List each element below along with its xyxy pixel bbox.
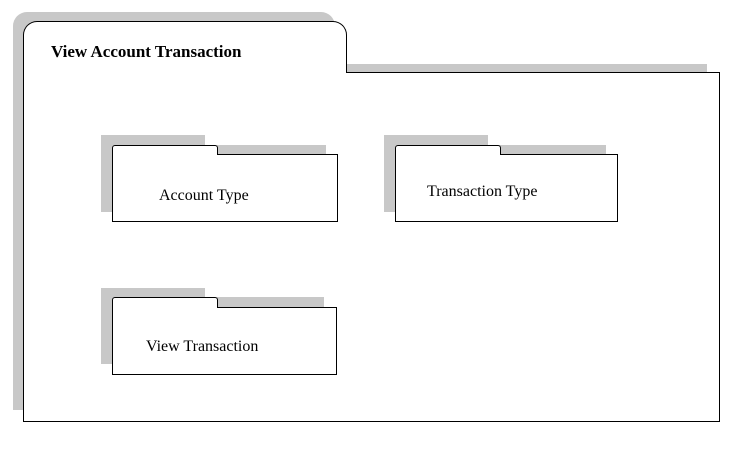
package-body: Account Type	[112, 154, 338, 222]
package-body: Transaction Type	[395, 154, 618, 222]
package-label: View Transaction	[146, 338, 259, 355]
package-label: Transaction Type	[427, 183, 538, 200]
package-body: View Transaction	[112, 307, 337, 375]
package-tab	[112, 297, 218, 308]
main-package-title: View Account Transaction	[51, 42, 242, 61]
package-label: Account Type	[159, 187, 249, 204]
package-tab	[395, 145, 501, 155]
main-package-tab: View Account Transaction	[23, 21, 347, 73]
package-tab	[112, 145, 218, 155]
